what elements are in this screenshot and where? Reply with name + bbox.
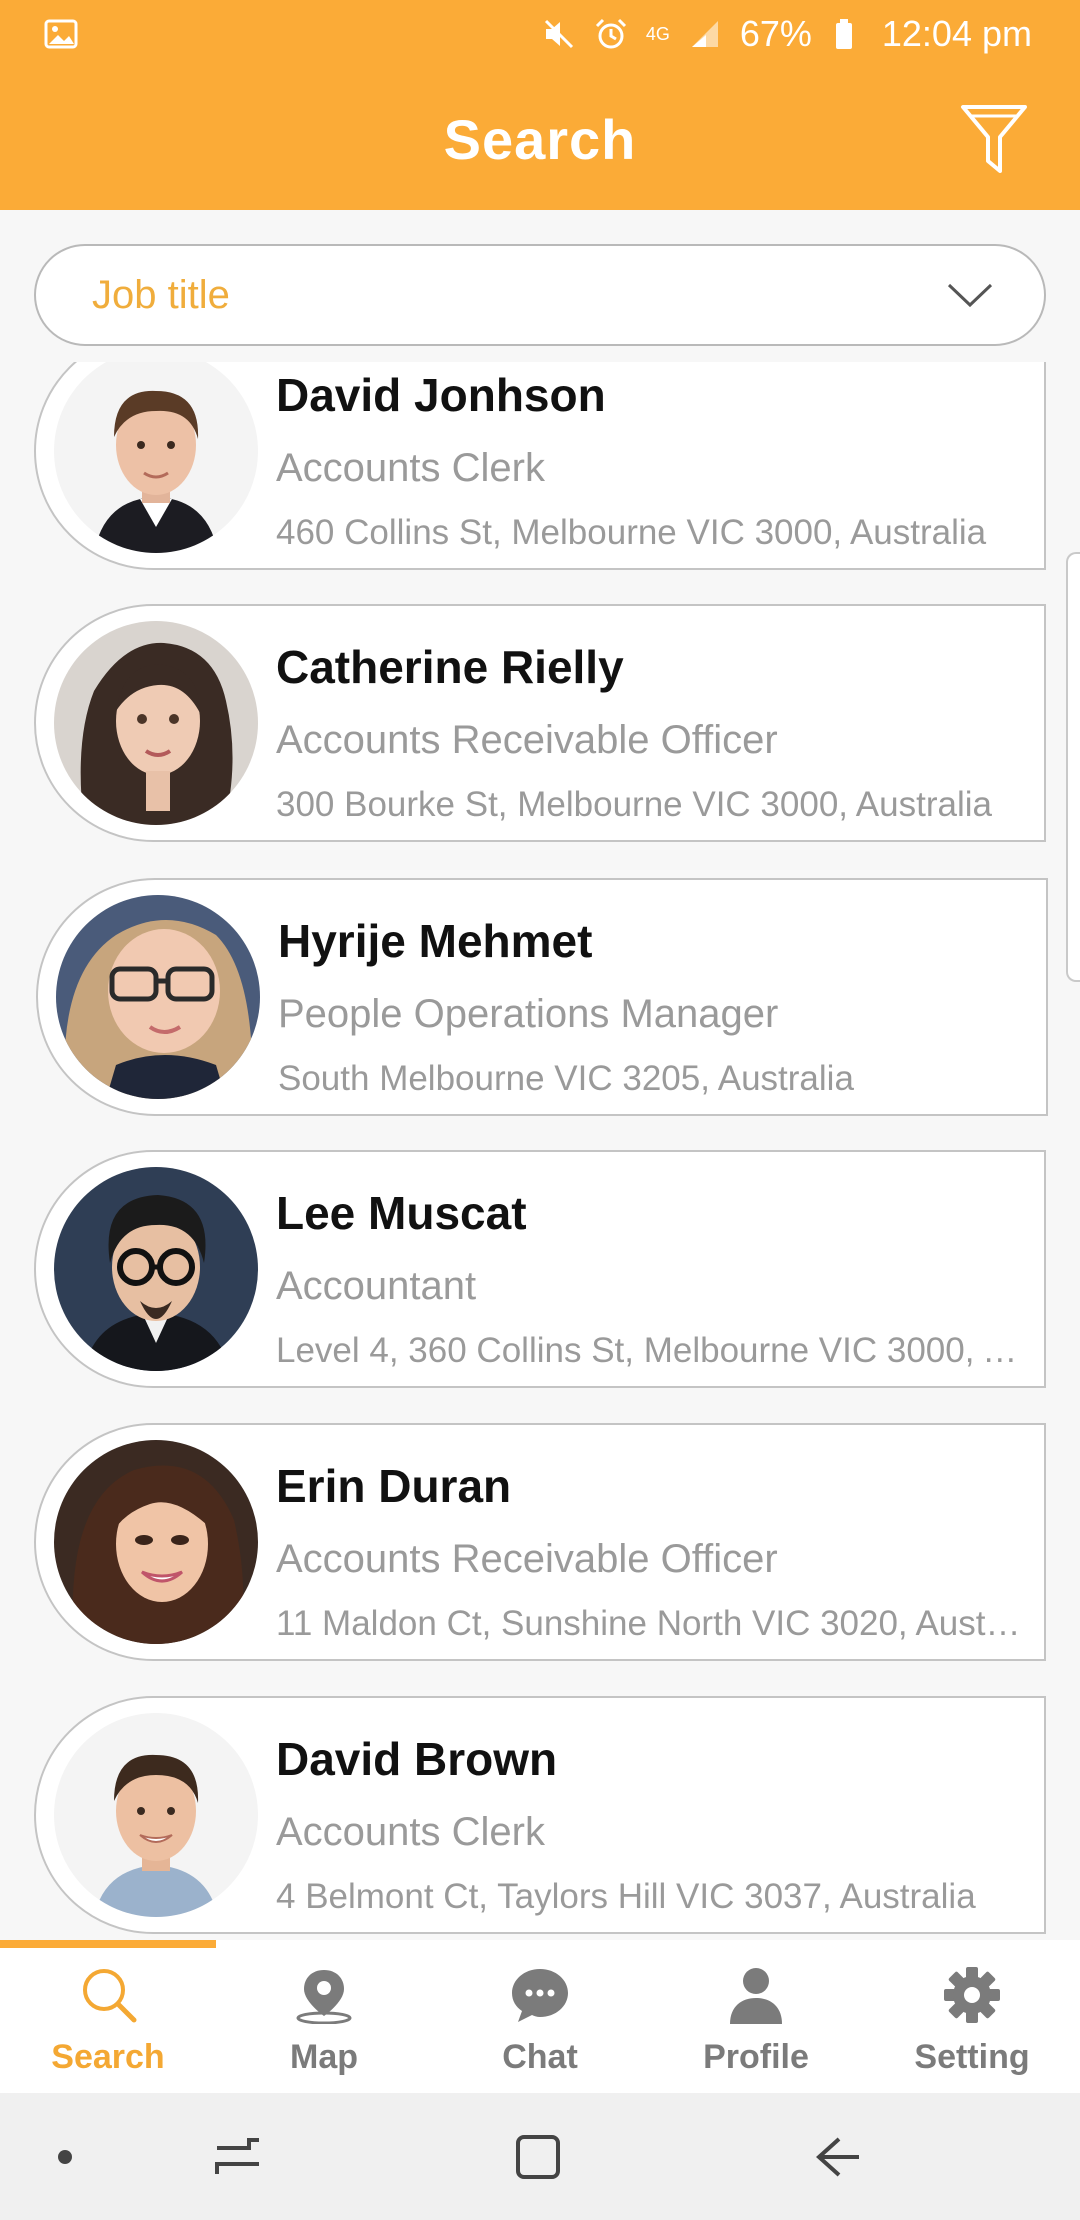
tab-label: Setting [914, 2038, 1030, 2076]
bottom-nav: Search Map Chat Profile Setting [0, 1940, 1080, 2093]
system-dot[interactable] [50, 2129, 80, 2185]
map-pin-icon [296, 1970, 352, 2024]
person-name: Hyrije Mehmet [278, 915, 593, 967]
chevron-down-icon [947, 283, 993, 308]
tab-map[interactable]: Map [216, 1940, 432, 2093]
person-icon [730, 1968, 782, 2024]
person-job-title: Accounts Clerk [276, 1810, 545, 1854]
person-name: Catherine Rielly [276, 641, 624, 693]
person-card[interactable]: Hyrije Mehmet People Operations Manager … [36, 878, 1048, 1116]
back-arrow-icon [816, 2137, 859, 2177]
person-name: Lee Muscat [276, 1187, 527, 1239]
app-bar: Search [0, 68, 1080, 210]
signal-icon [691, 21, 718, 47]
person-card[interactable]: David Jonhson Accounts Clerk 460 Collins… [34, 362, 1046, 570]
avatar [54, 1167, 258, 1371]
person-address: Level 4, 360 Collins St, Melbourne VIC 3… [276, 1331, 1026, 1370]
search-icon [83, 1969, 137, 2023]
home-square-icon [516, 2135, 560, 2179]
dropdown-label: Job title [92, 272, 230, 317]
person-job-title: Accounts Receivable Officer [276, 1537, 778, 1581]
person-address: 11 Maldon Ct, Sunshine North VIC 3020, A… [276, 1604, 1026, 1643]
active-tab-indicator [0, 1940, 216, 1948]
recent-apps-button[interactable] [208, 2129, 268, 2185]
image-notification-icon [44, 19, 78, 49]
tab-setting[interactable]: Setting [864, 1940, 1080, 2093]
person-job-title: Accounts Clerk [276, 446, 545, 490]
person-address: 300 Bourke St, Melbourne VIC 3000, Austr… [276, 785, 992, 824]
tab-search[interactable]: Search [0, 1940, 216, 2093]
recent-apps-icon [215, 2138, 259, 2174]
avatar [54, 1713, 258, 1917]
tab-chat[interactable]: Chat [432, 1940, 648, 2093]
mute-icon [544, 19, 573, 49]
person-job-title: Accountant [276, 1264, 477, 1308]
person-card[interactable]: Lee Muscat Accountant Level 4, 360 Colli… [34, 1150, 1046, 1388]
dot-icon [58, 2150, 72, 2164]
person-name: David Jonhson [276, 369, 606, 421]
filter-button[interactable] [958, 100, 1030, 178]
chat-bubble-icon [512, 1969, 568, 2022]
person-address: 460 Collins St, Melbourne VIC 3000, Aust… [276, 513, 987, 552]
job-title-dropdown[interactable]: Job title [34, 244, 1046, 346]
avatar [54, 621, 258, 825]
filter-funnel-icon [961, 105, 1027, 173]
battery-percent: 67% [739, 13, 812, 54]
tab-label: Search [51, 2038, 165, 2076]
tab-label: Chat [502, 2038, 578, 2076]
clock: 12:04 pm [881, 13, 1032, 54]
person-job-title: Accounts Receivable Officer [276, 718, 778, 762]
page-title: Search [443, 107, 637, 171]
avatar [56, 895, 260, 1099]
tab-label: Profile [703, 2038, 809, 2076]
system-nav-bar [0, 2093, 1080, 2220]
person-job-title: People Operations Manager [278, 992, 779, 1036]
tab-label: Map [290, 2038, 358, 2076]
person-name: Erin Duran [276, 1460, 512, 1512]
avatar [54, 1440, 258, 1644]
home-button[interactable] [508, 2129, 568, 2185]
person-card[interactable]: David Brown Accounts Clerk 4 Belmont Ct,… [34, 1696, 1046, 1934]
person-address: 4 Belmont Ct, Taylors Hill VIC 3037, Aus… [276, 1877, 976, 1916]
back-button[interactable] [808, 2129, 868, 2185]
tab-profile[interactable]: Profile [648, 1940, 864, 2093]
network-type: 4G [645, 23, 670, 44]
people-list[interactable]: David Jonhson Accounts Clerk 460 Collins… [0, 362, 1080, 1942]
scrollbar[interactable] [1066, 552, 1080, 982]
gear-icon [944, 1967, 1000, 2023]
person-address: South Melbourne VIC 3205, Australia [278, 1059, 854, 1098]
alarm-icon [595, 18, 626, 49]
person-card[interactable]: Catherine Rielly Accounts Receivable Off… [34, 604, 1046, 842]
person-name: David Brown [276, 1733, 558, 1785]
person-card[interactable]: Erin Duran Accounts Receivable Officer 1… [34, 1423, 1046, 1661]
battery-icon [835, 19, 852, 49]
status-bar: 4G 67% 12:04 pm [0, 0, 1080, 68]
